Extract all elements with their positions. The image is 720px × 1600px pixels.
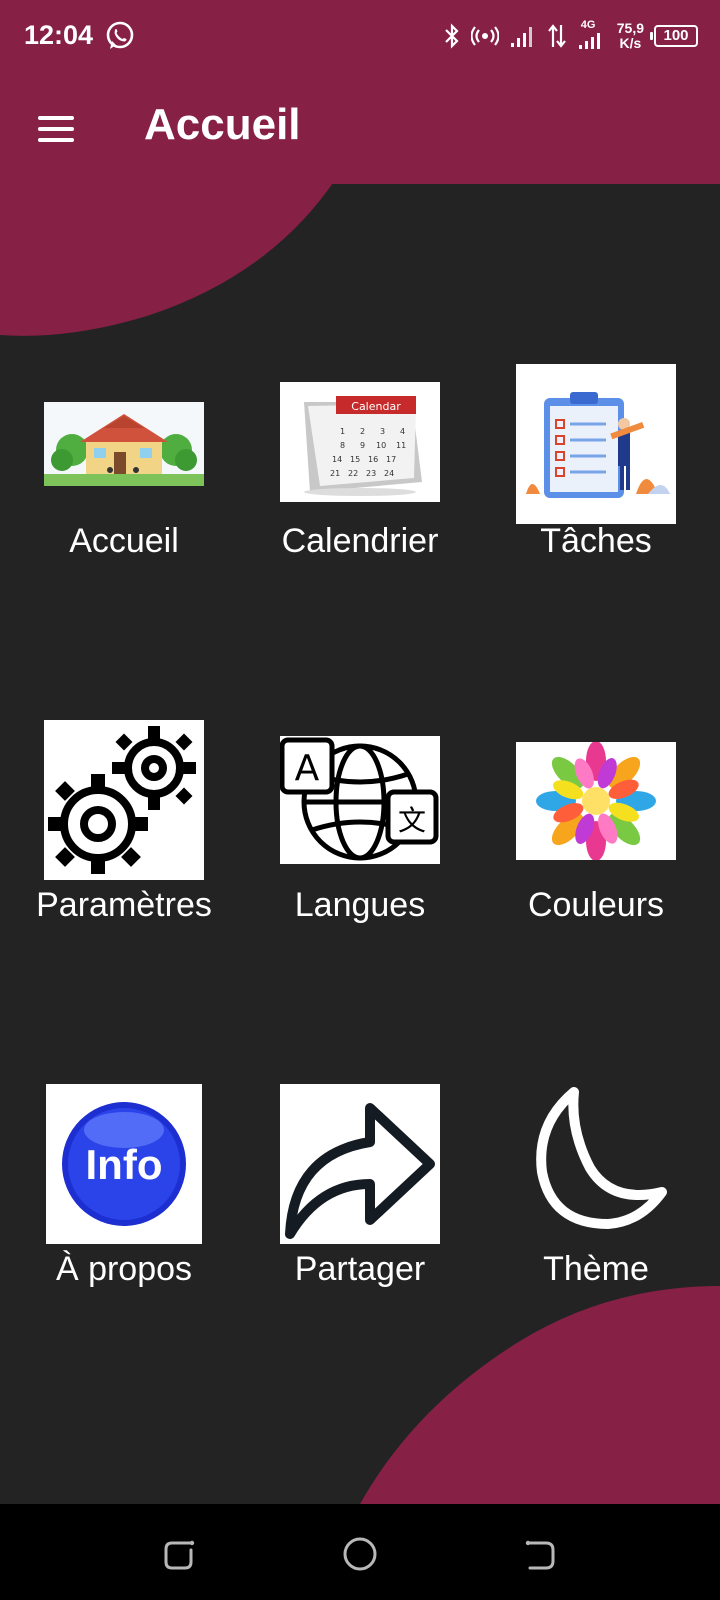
svg-text:1: 1	[340, 427, 345, 436]
svg-text:10: 10	[376, 441, 386, 450]
svg-text:2: 2	[360, 427, 365, 436]
bottom-right-decoration	[360, 1286, 720, 1504]
status-indicators: 4G 75,9 K/s 100	[443, 16, 698, 56]
tile-label: Couleurs	[527, 886, 665, 924]
svg-text:23: 23	[366, 469, 376, 478]
hotspot-icon	[470, 26, 499, 46]
battery-indicator: 100	[650, 25, 698, 47]
tile-partager[interactable]: Partager	[260, 1082, 460, 1312]
tile-a-propos[interactable]: Info À propos	[24, 1082, 224, 1312]
menu-icon[interactable]	[38, 116, 74, 142]
tile-langues[interactable]: A 文 Langues	[260, 718, 460, 948]
tile-label: Paramètres	[36, 886, 212, 924]
svg-text:21: 21	[330, 469, 340, 478]
svg-text:9: 9	[360, 441, 365, 450]
svg-text:14: 14	[332, 455, 342, 464]
signal-icon	[510, 27, 532, 47]
data-transfer-icon	[547, 24, 566, 48]
share-arrow-icon	[280, 1084, 440, 1244]
info-icon: Info	[46, 1084, 202, 1244]
svg-text:4: 4	[400, 427, 405, 436]
network-speed: 75,9 K/s	[616, 20, 644, 51]
svg-text:16: 16	[368, 455, 378, 464]
tile-calendrier[interactable]: Calendar 1234 8 9 10 11 14 15 16 17 21 22 23 24 C…	[260, 354, 460, 584]
language-globe-icon: A 文	[280, 736, 440, 864]
tile-accueil[interactable]: Accueil	[24, 354, 224, 584]
svg-text:11: 11	[396, 441, 406, 450]
tile-label: Accueil	[69, 522, 179, 560]
svg-text:Info: Info	[86, 1141, 163, 1188]
status-bar: 12:04 4G 75,9 K/s 100	[0, 0, 720, 72]
svg-text:24: 24	[384, 469, 394, 478]
svg-text:15: 15	[350, 455, 360, 464]
tile-parametres[interactable]: Paramètres	[24, 718, 224, 948]
svg-text:文: 文	[398, 804, 426, 837]
signal-4g: 4G	[577, 19, 607, 51]
status-time: 12:04	[24, 20, 94, 50]
system-nav-bar	[0, 1504, 720, 1600]
moon-icon	[516, 1084, 676, 1244]
page-title: Accueil	[144, 100, 301, 149]
svg-text:17: 17	[386, 455, 396, 464]
clipboard-tasks-icon	[516, 364, 676, 524]
house-icon	[44, 402, 204, 486]
bluetooth-icon	[444, 23, 459, 49]
svg-text:22: 22	[348, 469, 358, 478]
tile-label: Langues	[294, 886, 426, 924]
signal-4g-icon	[578, 33, 600, 49]
tile-label: Partager	[294, 1250, 426, 1288]
whatsapp-icon	[106, 21, 134, 49]
tile-label: Thème	[543, 1250, 649, 1288]
top-left-decoration	[0, 180, 335, 336]
svg-text:A: A	[295, 748, 320, 789]
tile-couleurs[interactable]: Couleurs	[496, 718, 696, 948]
gears-icon	[44, 720, 204, 880]
tile-label: Calendrier	[281, 522, 439, 560]
svg-text:8: 8	[340, 441, 345, 450]
svg-text:3: 3	[380, 427, 385, 436]
tile-label: À propos	[55, 1250, 193, 1288]
tile-taches[interactable]: Tâches	[496, 354, 696, 584]
app-bar: Accueil	[0, 72, 720, 184]
back-icon[interactable]	[520, 1534, 560, 1574]
home-icon[interactable]	[340, 1534, 380, 1574]
calendar-icon: Calendar 1234 8 9 10 11 14 15 16 17 21 22 23 24	[280, 382, 440, 502]
flower-icon	[516, 742, 676, 860]
svg-text:Calendar: Calendar	[351, 400, 401, 413]
tile-label: Tâches	[540, 522, 652, 560]
recent-apps-icon[interactable]	[160, 1534, 200, 1574]
tile-theme[interactable]: Thème	[496, 1082, 696, 1312]
